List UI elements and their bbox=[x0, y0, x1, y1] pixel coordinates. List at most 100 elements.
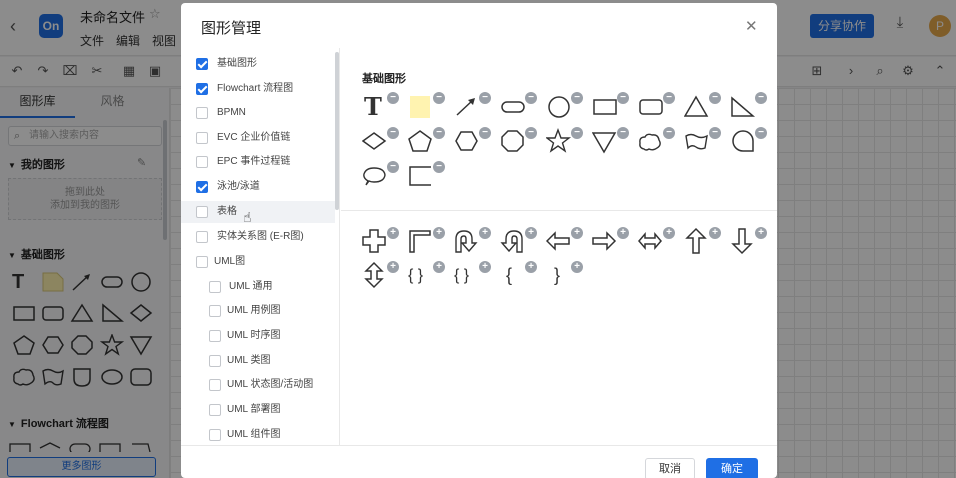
up-arrow-shape[interactable]: + bbox=[684, 227, 724, 261]
remove-badge-icon[interactable]: − bbox=[479, 127, 491, 139]
remove-badge-icon[interactable]: − bbox=[387, 92, 399, 104]
cancel-button[interactable]: 取消 bbox=[645, 458, 695, 478]
remove-badge-icon[interactable]: − bbox=[525, 127, 537, 139]
category-item[interactable]: UML 通用 bbox=[181, 276, 335, 298]
remove-badge-icon[interactable]: − bbox=[755, 92, 767, 104]
right-brace-shape[interactable]: } + bbox=[546, 261, 586, 295]
checkbox[interactable] bbox=[196, 156, 208, 168]
rectangle-shape[interactable]: − bbox=[592, 92, 632, 126]
remove-badge-icon[interactable]: − bbox=[387, 127, 399, 139]
remove-badge-icon[interactable]: − bbox=[617, 92, 629, 104]
u-turn-arrow-2-shape[interactable]: + bbox=[500, 227, 540, 261]
checkbox[interactable] bbox=[196, 83, 208, 95]
close-icon[interactable]: ✕ bbox=[745, 17, 758, 35]
left-arrow-shape[interactable]: + bbox=[546, 227, 586, 261]
double-brace-shape[interactable]: { } + bbox=[408, 261, 448, 295]
corner-shape[interactable]: + bbox=[408, 227, 448, 261]
left-brace-shape[interactable]: {+ bbox=[500, 261, 540, 295]
add-badge-icon[interactable]: + bbox=[479, 227, 491, 239]
arrow-line-shape[interactable]: − bbox=[454, 92, 494, 126]
category-item[interactable]: 表格 bbox=[181, 201, 335, 223]
add-badge-icon[interactable]: + bbox=[525, 261, 537, 273]
add-badge-icon[interactable]: + bbox=[571, 227, 583, 239]
checkbox[interactable] bbox=[196, 231, 208, 243]
checkbox[interactable] bbox=[196, 132, 208, 144]
remove-badge-icon[interactable]: − bbox=[433, 127, 445, 139]
category-item[interactable]: UML 时序图 bbox=[181, 325, 335, 347]
u-turn-arrow-shape[interactable]: + bbox=[454, 227, 494, 261]
category-item[interactable]: EPC 事件过程链 bbox=[181, 151, 335, 173]
circle-shape[interactable]: − bbox=[546, 92, 586, 126]
hexagon-shape[interactable]: − bbox=[454, 127, 494, 161]
remove-badge-icon[interactable]: − bbox=[663, 127, 675, 139]
add-badge-icon[interactable]: + bbox=[479, 261, 491, 273]
diamond-shape[interactable]: − bbox=[362, 127, 402, 161]
double-arrow-shape[interactable]: + bbox=[638, 227, 678, 261]
add-badge-icon[interactable]: + bbox=[571, 261, 583, 273]
remove-badge-icon[interactable]: − bbox=[525, 92, 537, 104]
confirm-button[interactable]: 确定 bbox=[706, 458, 758, 478]
octagon-shape[interactable]: − bbox=[500, 127, 540, 161]
up-down-arrow-shape[interactable]: + bbox=[362, 261, 402, 295]
add-badge-icon[interactable]: + bbox=[433, 261, 445, 273]
star-shape[interactable]: − bbox=[546, 127, 586, 161]
checkbox[interactable] bbox=[196, 181, 208, 193]
down-arrow-shape[interactable]: + bbox=[730, 227, 770, 261]
remove-badge-icon[interactable]: − bbox=[709, 92, 721, 104]
inverted-triangle-shape[interactable]: − bbox=[592, 127, 632, 161]
add-badge-icon[interactable]: + bbox=[617, 227, 629, 239]
checkbox[interactable] bbox=[196, 58, 208, 70]
remove-badge-icon[interactable]: − bbox=[663, 92, 675, 104]
brace-pair-shape[interactable]: { } + bbox=[454, 261, 494, 295]
right-arrow-shape[interactable]: + bbox=[592, 227, 632, 261]
wave-banner-shape[interactable]: − bbox=[684, 127, 724, 161]
note-shape[interactable]: − bbox=[408, 92, 448, 126]
add-badge-icon[interactable]: + bbox=[525, 227, 537, 239]
add-badge-icon[interactable]: + bbox=[433, 227, 445, 239]
category-item[interactable]: EVC 企业价值链 bbox=[181, 127, 335, 149]
category-item[interactable]: UML 组件图 bbox=[181, 424, 335, 446]
checkbox[interactable] bbox=[209, 404, 221, 416]
category-item[interactable]: UML 类图 bbox=[181, 350, 335, 372]
pentagon-shape[interactable]: − bbox=[408, 127, 448, 161]
remove-badge-icon[interactable]: − bbox=[617, 127, 629, 139]
triangle-shape[interactable]: − bbox=[684, 92, 724, 126]
right-triangle-shape[interactable]: − bbox=[730, 92, 770, 126]
checkbox[interactable] bbox=[209, 305, 221, 317]
category-item[interactable]: 基础图形 bbox=[181, 53, 335, 75]
remove-badge-icon[interactable]: − bbox=[387, 161, 399, 173]
category-item[interactable]: BPMN bbox=[181, 102, 335, 124]
remove-badge-icon[interactable]: − bbox=[571, 127, 583, 139]
add-badge-icon[interactable]: + bbox=[387, 227, 399, 239]
remove-badge-icon[interactable]: − bbox=[433, 92, 445, 104]
rounded-rect-shape[interactable]: − bbox=[500, 92, 540, 126]
category-item[interactable]: UML图 bbox=[181, 251, 335, 273]
ellipse-shape[interactable]: − bbox=[362, 161, 402, 195]
checkbox[interactable] bbox=[196, 107, 208, 119]
checkbox[interactable] bbox=[209, 281, 221, 293]
category-item[interactable]: 泳池/泳道 bbox=[181, 176, 335, 198]
cross-shape[interactable]: + bbox=[362, 227, 402, 261]
remove-badge-icon[interactable]: − bbox=[433, 161, 445, 173]
category-item[interactable]: UML 用例图 bbox=[181, 300, 335, 322]
remove-badge-icon[interactable]: − bbox=[571, 92, 583, 104]
cloud-shape[interactable]: − bbox=[638, 127, 678, 161]
remove-badge-icon[interactable]: − bbox=[709, 127, 721, 139]
checkbox[interactable] bbox=[209, 379, 221, 391]
remove-badge-icon[interactable]: − bbox=[755, 127, 767, 139]
category-item[interactable]: 实体关系图 (E-R图) bbox=[181, 226, 335, 248]
category-scrollbar[interactable] bbox=[335, 52, 339, 210]
add-badge-icon[interactable]: + bbox=[755, 227, 767, 239]
category-item[interactable]: UML 状态图/活动图 bbox=[181, 374, 335, 396]
add-badge-icon[interactable]: + bbox=[387, 261, 399, 273]
checkbox[interactable] bbox=[209, 355, 221, 367]
remove-badge-icon[interactable]: − bbox=[479, 92, 491, 104]
checkbox[interactable] bbox=[196, 206, 208, 218]
category-item[interactable]: UML 部署图 bbox=[181, 399, 335, 421]
bracket-rect-shape[interactable]: − bbox=[408, 161, 448, 195]
checkbox[interactable] bbox=[196, 256, 208, 268]
text-shape[interactable]: T − bbox=[362, 92, 402, 126]
category-item[interactable]: Flowchart 流程图 bbox=[181, 78, 335, 100]
rounded-square-shape[interactable]: − bbox=[638, 92, 678, 126]
add-badge-icon[interactable]: + bbox=[709, 227, 721, 239]
